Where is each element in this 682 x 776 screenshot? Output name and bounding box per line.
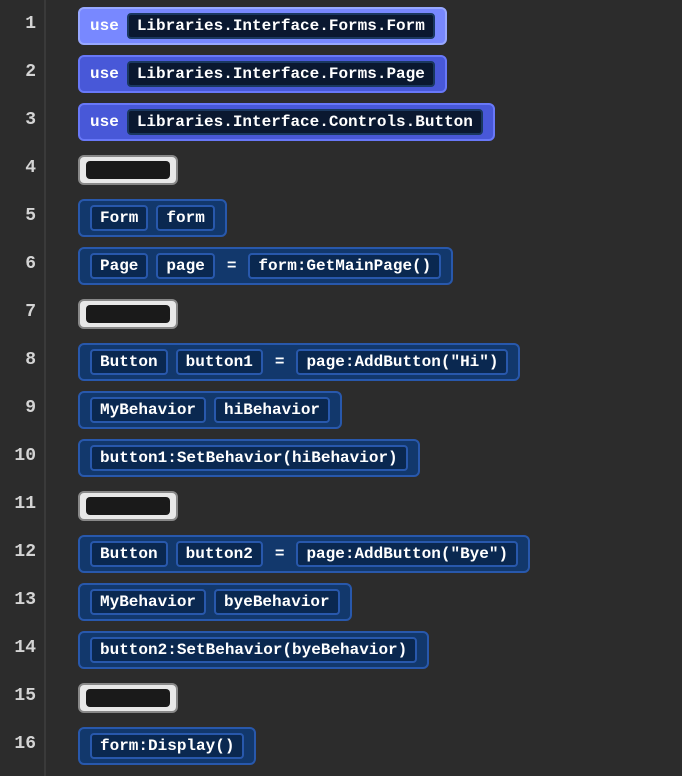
method-call: button2:SetBehavior(byeBehavior) xyxy=(90,637,417,663)
code-block-use[interactable]: use Libraries.Interface.Forms.Page xyxy=(78,50,682,98)
line-number[interactable]: 6 xyxy=(8,240,36,288)
code-block-use[interactable]: use Libraries.Interface.Controls.Button xyxy=(78,98,682,146)
method-call: form:Display() xyxy=(90,733,244,759)
line-number[interactable]: 16 xyxy=(8,720,36,768)
code-block-assignment[interactable]: Page page = form:GetMainPage() xyxy=(78,242,682,290)
type-name: Page xyxy=(90,253,148,279)
type-name: MyBehavior xyxy=(90,589,206,615)
line-number[interactable]: 10 xyxy=(8,432,36,480)
type-name: Form xyxy=(90,205,148,231)
equals-operator: = xyxy=(271,545,289,563)
code-block-declaration[interactable]: MyBehavior hiBehavior xyxy=(78,386,682,434)
code-editor: 1 2 3 4 5 6 7 8 9 10 11 12 13 14 15 16 u… xyxy=(0,0,682,776)
line-number[interactable]: 3 xyxy=(8,96,36,144)
code-block-empty[interactable] xyxy=(78,674,682,722)
code-area[interactable]: use Libraries.Interface.Forms.Form use L… xyxy=(46,0,682,776)
expression: page:AddButton("Hi") xyxy=(296,349,508,375)
line-number[interactable]: 9 xyxy=(8,384,36,432)
code-block-declaration[interactable]: MyBehavior byeBehavior xyxy=(78,578,682,626)
code-block-empty[interactable] xyxy=(78,290,682,338)
line-gutter: 1 2 3 4 5 6 7 8 9 10 11 12 13 14 15 16 xyxy=(0,0,46,776)
line-number[interactable]: 1 xyxy=(8,0,36,48)
line-number[interactable]: 2 xyxy=(8,48,36,96)
library-name: Libraries.Interface.Forms.Page xyxy=(127,61,435,87)
line-number[interactable]: 4 xyxy=(8,144,36,192)
line-number[interactable]: 12 xyxy=(8,528,36,576)
variable-name: byeBehavior xyxy=(214,589,340,615)
type-name: Button xyxy=(90,349,168,375)
code-block-empty[interactable] xyxy=(78,482,682,530)
type-name: Button xyxy=(90,541,168,567)
equals-operator: = xyxy=(271,353,289,371)
keyword-use: use xyxy=(90,65,119,83)
expression: page:AddButton("Bye") xyxy=(296,541,518,567)
line-number[interactable]: 7 xyxy=(8,288,36,336)
line-number[interactable]: 11 xyxy=(8,480,36,528)
code-block-empty[interactable] xyxy=(78,146,682,194)
method-call: button1:SetBehavior(hiBehavior) xyxy=(90,445,408,471)
variable-name: hiBehavior xyxy=(214,397,330,423)
variable-name: page xyxy=(156,253,214,279)
code-block-call[interactable]: button2:SetBehavior(byeBehavior) xyxy=(78,626,682,674)
variable-name: button2 xyxy=(176,541,263,567)
line-number[interactable]: 15 xyxy=(8,672,36,720)
keyword-use: use xyxy=(90,17,119,35)
code-block-declaration[interactable]: Form form xyxy=(78,194,682,242)
line-number[interactable]: 13 xyxy=(8,576,36,624)
variable-name: button1 xyxy=(176,349,263,375)
code-block-assignment[interactable]: Button button2 = page:AddButton("Bye") xyxy=(78,530,682,578)
code-block-assignment[interactable]: Button button1 = page:AddButton("Hi") xyxy=(78,338,682,386)
equals-operator: = xyxy=(223,257,241,275)
keyword-use: use xyxy=(90,113,119,131)
code-block-call[interactable]: form:Display() xyxy=(78,722,682,770)
expression: form:GetMainPage() xyxy=(248,253,441,279)
line-number[interactable]: 5 xyxy=(8,192,36,240)
line-number[interactable]: 8 xyxy=(8,336,36,384)
code-block-use[interactable]: use Libraries.Interface.Forms.Form xyxy=(78,2,682,50)
variable-name: form xyxy=(156,205,214,231)
code-block-call[interactable]: button1:SetBehavior(hiBehavior) xyxy=(78,434,682,482)
library-name: Libraries.Interface.Forms.Form xyxy=(127,13,435,39)
type-name: MyBehavior xyxy=(90,397,206,423)
line-number[interactable]: 14 xyxy=(8,624,36,672)
library-name: Libraries.Interface.Controls.Button xyxy=(127,109,483,135)
